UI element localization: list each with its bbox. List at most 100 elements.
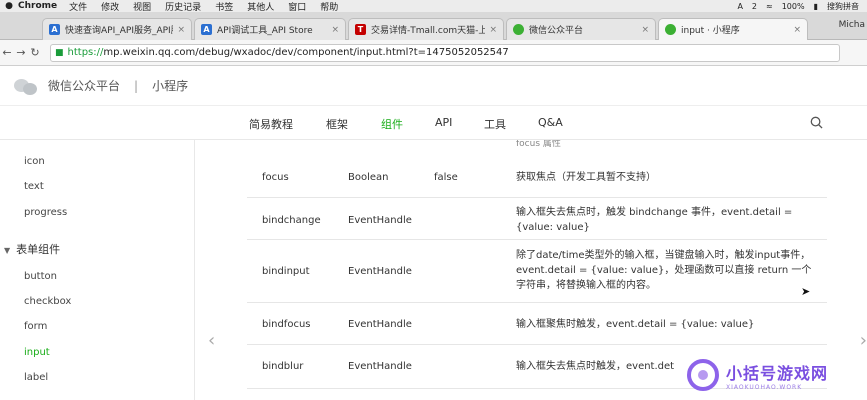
sidebar-item-checkbox[interactable]: checkbox [24,296,71,307]
menu-view[interactable]: 视图 [133,0,151,13]
search-icon[interactable] [810,116,823,129]
status-tray: A 2 ≈ 100% ▮ 搜狗拼音 [737,1,867,12]
battery-icon: ▮ [813,1,818,11]
header-separator: | [134,78,139,93]
attr-type: Boolean [348,172,389,183]
attr-type: EventHandle [348,319,412,330]
attr-name: bindblur [262,361,304,372]
sidebar: icon text progress ▼ 表单组件 button checkbox… [0,140,195,400]
close-icon[interactable]: × [641,25,649,35]
sidebar-item-form[interactable]: form [24,321,47,332]
chevron-left-icon[interactable]: ‹ [208,330,215,351]
apple-icon[interactable]: ● [0,1,18,11]
tab-title: input · 小程序 [681,26,740,36]
menu-people[interactable]: 其他人 [247,0,274,13]
battery-level: 100% [781,1,805,11]
sidebar-item-text[interactable]: text [24,181,44,192]
brand-name[interactable]: 微信公众平台 [48,77,120,94]
attr-description: 输入框聚焦时触发，event.detail = {value: value} [516,319,755,330]
watermark-subtitle: XIAOKUOHAO.WORK [726,383,803,391]
tab-api-debug[interactable]: A API调试工具_API Store × [194,18,346,40]
back-icon[interactable]: ← [0,46,14,59]
tab-api-search[interactable]: A 快速查询API_API服务_API服务 × [42,18,192,40]
nav-components[interactable]: 组件 [381,116,403,132]
attr-type: EventHandle [348,266,412,277]
tab-strip: A 快速查询API_API服务_API服务 × A API调试工具_API St… [0,12,867,40]
wechat-favicon-icon [665,24,676,35]
reload-icon[interactable]: ↻ [28,46,42,59]
attr-name: bindchange [262,215,321,226]
attr-name: bindfocus [262,319,311,330]
nav-tools[interactable]: 工具 [484,116,506,132]
attr-default: false [434,172,458,183]
sidebar-item-button[interactable]: button [24,271,57,282]
tab-title: 交易详情-Tmall.com天猫-上天 [371,26,486,36]
tab-tmall[interactable]: T 交易详情-Tmall.com天猫-上天 × [348,18,504,40]
attr-description: 获取焦点（开发工具暂不支持） [516,172,656,183]
menu-bookmarks[interactable]: 书签 [215,0,233,13]
menu-window[interactable]: 窗口 [288,0,306,13]
close-icon[interactable]: × [331,25,339,35]
sidebar-group-form[interactable]: ▼ 表单组件 [4,241,60,257]
top-nav: 简易教程 框架 组件 API 工具 Q&A [0,106,867,140]
sidebar-item-progress[interactable]: progress [24,207,67,218]
chevron-right-icon[interactable]: › [860,330,867,351]
profile-name[interactable]: Micha [839,20,865,30]
sidebar-item-label[interactable]: label [24,372,48,383]
table-row: bindfocus EventHandle 输入框聚焦时触发，event.det… [247,303,827,345]
mouse-cursor-icon: ➤ [801,285,811,298]
tab-title: 微信公众平台 [529,26,584,36]
tab-title: API调试工具_API Store [217,26,313,36]
forward-icon[interactable]: → [14,46,28,59]
close-icon[interactable]: × [489,25,497,35]
table-row: bindinput EventHandle 除了date/time类型外的输入框… [247,240,827,303]
wifi-icon[interactable]: ≈ [766,2,773,11]
sidebar-item-input[interactable]: input [24,347,50,358]
nav-tutorial[interactable]: 简易教程 [249,116,293,132]
url-path: mp.weixin.qq.com/debug/wxadoc/dev/compon… [103,47,509,58]
attr-description: 输入框失去焦点时，触发 bindchange 事件，event.detail =… [516,207,793,233]
tab-wechat-mp[interactable]: 微信公众平台 × [506,18,656,40]
url-scheme: https:// [67,47,104,58]
tab-title: 快速查询API_API服务_API服务 [65,26,173,36]
attr-type: EventHandle [348,215,412,226]
attr-name: focus [262,172,289,183]
os-menu-bar: ● Chrome 文件 修改 视图 历史记录 书签 其他人 窗口 帮助 A 2 … [0,0,867,13]
nav-api[interactable]: API [435,116,452,129]
wechat-favicon-icon [513,24,524,35]
attr-name: bindinput [262,266,310,277]
sidebar-item-icon[interactable]: icon [24,156,45,167]
notification-count: 2 [751,1,758,11]
wechat-logo-icon[interactable] [14,77,38,95]
input-method[interactable]: 搜狗拼音 [827,1,859,12]
table-row-fragment: focus 属性 [516,140,561,149]
api-store-favicon-icon: A [49,24,60,35]
table-row: bindchange EventHandle 输入框失去焦点时，触发 bindc… [247,198,827,240]
menu-app-name[interactable]: Chrome [18,1,57,11]
close-icon[interactable]: × [793,25,801,35]
attr-type: EventHandle [348,361,412,372]
sidebar-group-label: 表单组件 [16,243,61,256]
tmall-favicon-icon: T [355,24,366,35]
tab-input-miniprogram[interactable]: input · 小程序 × [658,18,808,40]
menu-help[interactable]: 帮助 [320,0,338,13]
menu-file[interactable]: 文件 [69,0,87,13]
chevron-down-icon: ▼ [4,246,11,255]
adobe-icon[interactable]: A [737,2,742,11]
watermark: 小括号游戏网 XIAOKUOHAO.WORK [686,354,862,396]
watermark-logo-icon [687,359,719,391]
site-header: 微信公众平台 | 小程序 [0,66,867,106]
close-icon[interactable]: × [177,25,185,35]
table-row: focus Boolean false 获取焦点（开发工具暂不支持） [247,158,827,198]
watermark-title: 小括号游戏网 [726,363,829,383]
menu-history[interactable]: 历史记录 [165,0,201,13]
nav-framework[interactable]: 框架 [326,116,348,132]
product-name[interactable]: 小程序 [152,77,188,94]
api-store-favicon-icon: A [201,24,212,35]
lock-icon[interactable]: ■ [55,48,64,58]
browser-toolbar: ← → ↻ ■ https:// mp.weixin.qq.com/debug/… [0,40,867,66]
menu-edit[interactable]: 修改 [101,0,119,13]
nav-qa[interactable]: Q&A [538,116,563,129]
address-bar[interactable]: ■ https:// mp.weixin.qq.com/debug/wxadoc… [50,43,840,62]
attr-description: 除了date/time类型外的输入框，当键盘输入时，触发input事件，even… [516,250,812,291]
